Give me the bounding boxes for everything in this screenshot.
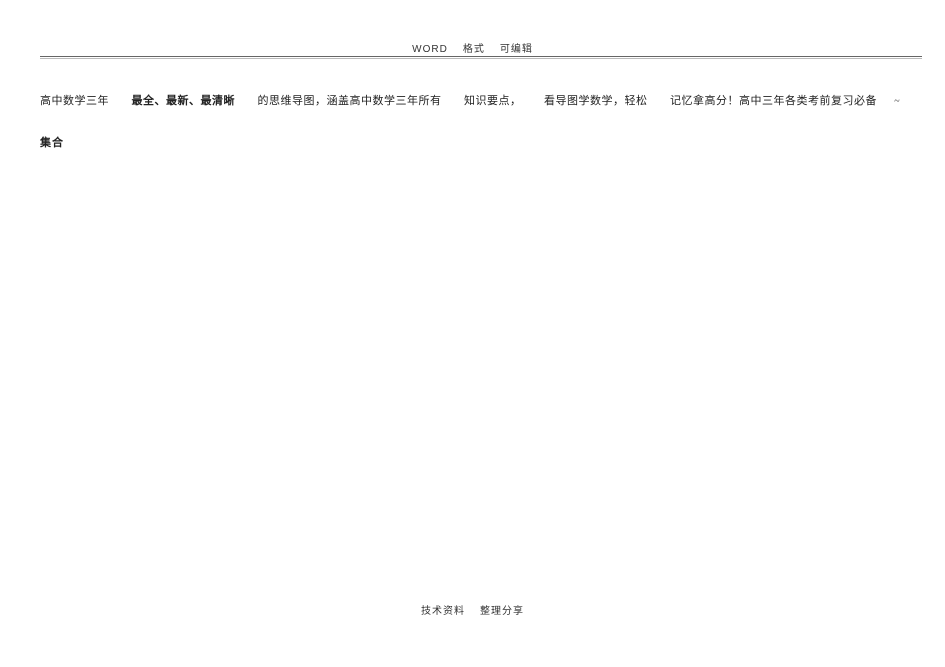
intro-text-3: 知识要点， xyxy=(464,95,522,107)
header-rule-thin xyxy=(40,58,922,59)
header-editable-label: 可编辑 xyxy=(500,44,533,55)
tilde-icon: ~ xyxy=(894,93,900,111)
header-format-label: 格式 xyxy=(463,44,485,55)
footer-share-label: 整理分享 xyxy=(480,606,524,617)
page-header: WORD 格式 可编辑 xyxy=(0,40,945,55)
header-word-label: WORD xyxy=(412,44,448,55)
intro-paragraph: 高中数学三年 最全、最新、最清晰 的思维导图，涵盖高中数学三年所有 知识要点， … xyxy=(40,92,915,112)
intro-text-5: 记忆拿高分！高中三年各类考前复习必备 xyxy=(670,95,877,107)
header-rule xyxy=(40,56,922,57)
page-footer: 技术资料 整理分享 xyxy=(0,602,945,617)
intro-text-1: 高中数学三年 xyxy=(40,95,109,107)
footer-tech-label: 技术资料 xyxy=(421,606,465,617)
section-title: 集合 xyxy=(40,134,64,150)
intro-text-4: 看导图学数学，轻松 xyxy=(544,95,648,107)
intro-bold-text: 最全、最新、最清晰 xyxy=(132,95,236,107)
intro-text-2: 的思维导图，涵盖高中数学三年所有 xyxy=(258,95,442,107)
